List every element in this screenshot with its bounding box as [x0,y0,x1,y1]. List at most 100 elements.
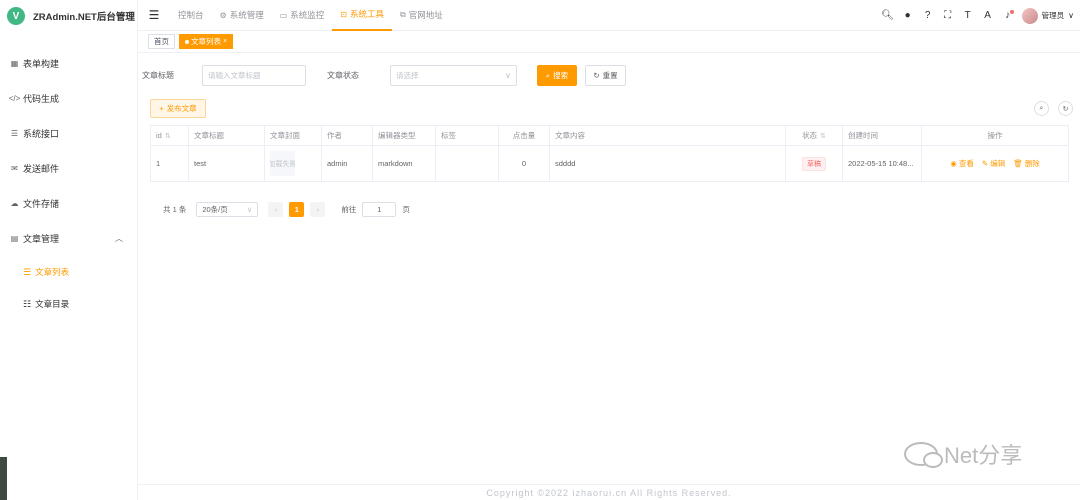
cell-editor-type: markdown [373,146,436,181]
sidebar-item-api[interactable]: ☰ 系统接口 [0,116,137,151]
sidebar-subitem-label: 文章列表 [35,267,70,277]
column-header-id[interactable]: id ⇅ [151,126,189,145]
tag-label: 首页 [154,37,169,46]
publish-article-button[interactable]: + 发布文章 [150,99,206,118]
header-label: 操作 [987,131,1003,140]
notification-dot [1009,10,1014,14]
cell-title: test [189,146,265,181]
page-size-value: 20条/页 [202,205,228,214]
hamburger-icon[interactable]: ☰ [138,8,170,22]
header-label: 标签 [441,131,456,140]
column-header-status[interactable]: 状态 ⇅ [786,126,843,145]
topnav-system-tools[interactable]: ⊡ 系统工具 [332,0,392,31]
prev-page-button[interactable]: ‹ [268,202,284,217]
cover-image-placeholder[interactable]: 加载失败 [270,151,295,176]
toolbox-icon: ⊡ [340,9,347,19]
font-size-icon[interactable]: T [958,10,978,21]
topnav-system-monitor[interactable]: ▭ 系统监控 [272,0,333,31]
sidebar-item-label: 文件存储 [23,199,60,209]
topnav-label: 系统监控 [290,10,325,20]
avatar[interactable] [1021,7,1038,24]
sort-icon[interactable]: ⇅ [820,132,826,140]
view-link[interactable]: ◉ 查看 [950,158,974,169]
translate-icon[interactable]: A [978,10,998,21]
chevron-down-icon[interactable]: ∨ [1068,11,1074,20]
delete-link[interactable]: 🗑︎ 删除 [1013,158,1040,169]
search-form: 文章标题 请输入文章标题 文章状态 请选择 ∨ ⌕ 搜索 ↻ 重置 [142,65,626,86]
status-select[interactable]: 请选择 ∨ [390,65,517,86]
footer: Copyright ©2022 izhaorui.cn All Rights R… [138,484,1080,500]
navbar-tools: 🔍︎ ● ? ⛶ T A ♪ 管理员 ∨ [878,0,1080,31]
column-header-actions: 操作 [922,126,1068,145]
sidebar-item-label: 发送邮件 [23,164,60,174]
pagination: 共 1 条 20条/页 ∨ ‹ 1 › 前往 1 页 [163,202,410,217]
sidebar-item-form-builder[interactable]: ▦ 表单构建 [0,46,137,81]
github-icon[interactable]: ● [898,10,918,21]
search-button[interactable]: ⌕ 搜索 [537,65,577,86]
column-header-author: 作者 [322,126,373,145]
topnav-label: 控制台 [178,10,204,20]
cell-created: 2022-05-15 10:48... [843,146,922,181]
column-header-hits: 点击量 [499,126,550,145]
sidebar-subitem-article-category[interactable]: ☷ 文章目录 [0,288,137,320]
refresh-icon: ↻ [593,71,600,80]
window-edge [0,457,7,500]
page-number-current[interactable]: 1 [289,202,305,217]
topnav-label: 系统管理 [229,10,264,20]
status-badge: 草稿 [802,156,826,171]
topnav-label: 系统工具 [349,9,384,19]
brand-title: ZRAdmin.NET后台管理 [33,12,135,23]
header-label: 文章标题 [194,131,224,140]
cell-id: 1 [151,146,189,181]
tag-article-list[interactable]: 文章列表 × [179,34,234,49]
cell-actions: ◉ 查看 ✎ 编辑 🗑︎ 删除 [922,146,1068,181]
bell-icon[interactable]: ♪ [998,10,1018,21]
active-dot-icon [185,39,189,44]
goto-page-input[interactable]: 1 [362,202,397,217]
edit-link[interactable]: ✎ 编辑 [982,158,1005,169]
tag-home[interactable]: 首页 [148,34,175,49]
topnav-system-admin[interactable]: ⚙ 系统管理 [212,0,272,31]
header-label: 作者 [327,131,342,140]
header-label: 编辑器类型 [378,131,416,140]
sidebar-subitem-article-list[interactable]: ☰ 文章列表 [0,256,137,288]
toggle-search-button[interactable]: ⌕ [1034,101,1049,116]
title-search-input[interactable]: 请输入文章标题 [202,65,306,86]
cell-cover: 加载失败 [265,146,322,181]
monitor-icon: ▭ [279,10,288,20]
close-icon[interactable]: × [223,38,227,45]
list-icon: ☰ [23,266,32,277]
next-page-button[interactable]: › [310,202,326,217]
sidebar-item-mail[interactable]: ✉ 发送邮件 [0,151,137,186]
sidebar-item-label: 表单构建 [23,59,60,69]
sort-icon[interactable]: ⇅ [165,132,171,140]
page-size-select[interactable]: 20条/页 ∨ [196,202,259,217]
user-name[interactable]: 管理员 [1042,10,1065,21]
sidebar-item-article-mgmt[interactable]: ▤ 文章管理 ︿ [0,221,137,256]
search-icon[interactable]: 🔍︎ [878,10,898,21]
refresh-table-button[interactable]: ↻ [1058,101,1073,116]
reset-button[interactable]: ↻ 重置 [585,65,626,86]
column-header-created: 创建时间 [843,126,922,145]
link-label: 查看 [958,159,974,168]
header-label: 文章封面 [270,131,300,140]
help-icon[interactable]: ? [918,10,938,21]
cell-author: admin [322,146,373,181]
header-label: id [156,131,162,140]
topnav-official-site[interactable]: ⧉ 官网地址 [392,0,451,31]
search-icon: ⌕ [1039,104,1044,112]
top-navbar: ☰ 控制台 ⚙ 系统管理 ▭ 系统监控 ⊡ 系统工具 ⧉ 官网地址 🔍︎ ● ?… [138,0,1080,31]
document-icon: ▤ [10,234,19,243]
placeholder-text: 请选择 [396,71,419,80]
topnav-dashboard[interactable]: 控制台 [170,0,212,31]
fullscreen-icon[interactable]: ⛶ [938,10,958,21]
tree-list-icon: ☷ [23,298,32,309]
header-label: 创建时间 [848,131,878,140]
cell-content: sdddd [550,146,786,181]
brand[interactable]: V ZRAdmin.NET后台管理 [0,0,137,32]
button-label: 发布文章 [166,104,197,113]
sidebar-item-code-gen[interactable]: </> 代码生成 [0,81,137,116]
sidebar-item-storage[interactable]: ☁ 文件存储 [0,186,137,221]
cell-tags [436,146,499,181]
title-filter-label: 文章标题 [142,71,174,80]
